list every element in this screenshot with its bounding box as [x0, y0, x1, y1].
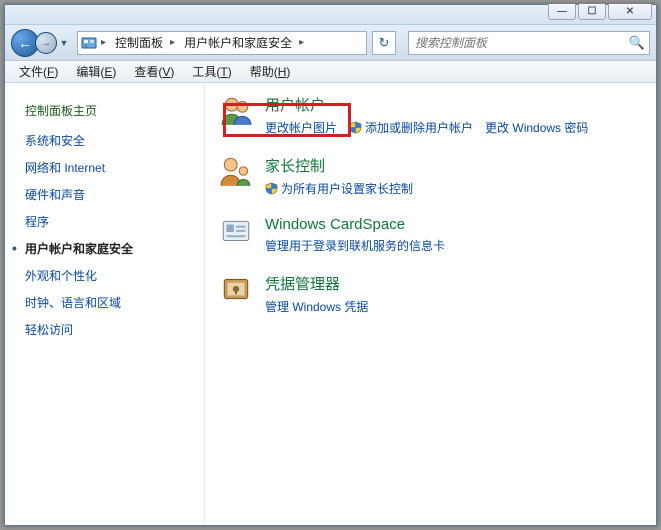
- uac-shield-icon: [265, 182, 278, 195]
- sidebar-item[interactable]: 时钟、语言和区域: [23, 289, 196, 316]
- task-link[interactable]: 管理用于登录到联机服务的信息卡: [265, 237, 445, 254]
- task-label: 管理 Windows 凭据: [265, 298, 368, 315]
- sidebar-item[interactable]: 程序: [23, 208, 196, 235]
- sidebar-item[interactable]: 网络和 Internet: [23, 154, 196, 181]
- chevron-down-icon: ▼: [60, 38, 69, 48]
- nav-row: ← → ▼ ▸ 控制面板 ▸ 用户帐户和家庭安全 ▸ ↻ �: [5, 25, 656, 61]
- menubar: 文件(F)编辑(E)查看(V)工具(T)帮助(H): [5, 61, 656, 83]
- control-panel-window: — ☐ ✕ ← → ▼ ▸ 控制面板 ▸ 用户帐户和家庭安全 ▸: [4, 4, 657, 526]
- close-icon: ✕: [626, 6, 634, 17]
- sidebar: 控制面板主页 系统和安全网络和 Internet硬件和声音程序用户帐户和家庭安全…: [5, 83, 205, 525]
- task-link[interactable]: 为所有用户设置家长控制: [265, 180, 413, 197]
- breadcrumb-item[interactable]: 控制面板: [109, 32, 167, 54]
- search-input[interactable]: [413, 35, 625, 51]
- refresh-icon: ↻: [379, 35, 390, 51]
- nav-back-forward: ← → ▼: [11, 29, 71, 57]
- category-tasks: 为所有用户设置家长控制: [265, 180, 642, 197]
- sidebar-home-link[interactable]: 控制面板主页: [23, 97, 196, 127]
- category-row: 凭据管理器管理 Windows 凭据: [219, 272, 642, 315]
- sidebar-item: 用户帐户和家庭安全: [23, 235, 196, 262]
- category-body: 用户帐户更改帐户图片 添加或删除用户帐户更改 Windows 密码: [265, 93, 642, 136]
- window-controls: — ☐ ✕: [548, 4, 652, 20]
- breadcrumb-separator[interactable]: ▸: [167, 37, 178, 48]
- refresh-button[interactable]: ↻: [372, 31, 396, 55]
- menu-item-h[interactable]: 帮助(H): [242, 61, 299, 82]
- task-link[interactable]: 管理 Windows 凭据: [265, 298, 368, 315]
- parental-controls-icon: [219, 154, 253, 188]
- category-body: Windows CardSpace管理用于登录到联机服务的信息卡: [265, 215, 642, 254]
- category-title-link[interactable]: 凭据管理器: [265, 272, 642, 298]
- menu-item-e[interactable]: 编辑(E): [68, 61, 124, 82]
- maximize-button[interactable]: ☐: [578, 4, 606, 20]
- close-button[interactable]: ✕: [608, 4, 652, 20]
- category-body: 家长控制为所有用户设置家长控制: [265, 154, 642, 197]
- category-tasks: 管理用于登录到联机服务的信息卡: [265, 237, 642, 254]
- category-row: 家长控制为所有用户设置家长控制: [219, 154, 642, 197]
- maximize-icon: ☐: [588, 6, 597, 17]
- sidebar-item[interactable]: 硬件和声音: [23, 181, 196, 208]
- breadcrumb-item[interactable]: 用户帐户和家庭安全: [178, 32, 296, 54]
- category-tasks: 更改帐户图片 添加或删除用户帐户更改 Windows 密码: [265, 119, 642, 136]
- minimize-icon: —: [557, 6, 567, 17]
- sidebar-item[interactable]: 系统和安全: [23, 127, 196, 154]
- search-icon: 🔍: [625, 35, 645, 51]
- menu-item-t[interactable]: 工具(T): [184, 61, 239, 82]
- back-icon: ←: [18, 35, 32, 51]
- uac-shield-icon: [349, 121, 362, 134]
- search-box[interactable]: 🔍: [408, 31, 650, 55]
- history-dropdown[interactable]: ▼: [57, 38, 71, 48]
- content-pane: 用户帐户更改帐户图片 添加或删除用户帐户更改 Windows 密码家长控制为所有用…: [205, 83, 656, 525]
- body: 控制面板主页 系统和安全网络和 Internet硬件和声音程序用户帐户和家庭安全…: [5, 83, 656, 525]
- control-panel-icon: [80, 34, 98, 52]
- category-title-link[interactable]: 用户帐户: [265, 93, 642, 119]
- task-label: 更改帐户图片: [265, 119, 337, 136]
- breadcrumb-separator[interactable]: ▸: [98, 37, 109, 48]
- forward-icon: →: [41, 37, 52, 49]
- minimize-button[interactable]: —: [548, 4, 576, 20]
- user-accounts-icon: [219, 93, 253, 127]
- task-label: 更改 Windows 密码: [485, 119, 588, 136]
- sidebar-item[interactable]: 外观和个性化: [23, 262, 196, 289]
- category-row: 用户帐户更改帐户图片 添加或删除用户帐户更改 Windows 密码: [219, 93, 642, 136]
- category-title-link[interactable]: 家长控制: [265, 154, 642, 180]
- forward-button[interactable]: →: [35, 32, 57, 54]
- credential-manager-icon: [219, 272, 253, 306]
- menu-item-v[interactable]: 查看(V): [126, 61, 182, 82]
- task-label: 为所有用户设置家长控制: [281, 180, 413, 197]
- cardspace-icon: [219, 215, 253, 249]
- category-tasks: 管理 Windows 凭据: [265, 298, 642, 315]
- task-label: 管理用于登录到联机服务的信息卡: [265, 237, 445, 254]
- titlebar: — ☐ ✕: [5, 5, 656, 25]
- category-row: Windows CardSpace管理用于登录到联机服务的信息卡: [219, 215, 642, 254]
- task-link[interactable]: 更改 Windows 密码: [485, 119, 588, 136]
- task-label: 添加或删除用户帐户: [365, 119, 473, 136]
- menu-item-f[interactable]: 文件(F): [11, 61, 66, 82]
- address-bar[interactable]: ▸ 控制面板 ▸ 用户帐户和家庭安全 ▸: [77, 31, 367, 55]
- task-link[interactable]: 更改帐户图片: [265, 119, 337, 136]
- category-body: 凭据管理器管理 Windows 凭据: [265, 272, 642, 315]
- sidebar-item[interactable]: 轻松访问: [23, 316, 196, 343]
- breadcrumb-separator[interactable]: ▸: [296, 37, 307, 48]
- task-link[interactable]: 添加或删除用户帐户: [349, 119, 473, 136]
- category-title-link[interactable]: Windows CardSpace: [265, 215, 642, 237]
